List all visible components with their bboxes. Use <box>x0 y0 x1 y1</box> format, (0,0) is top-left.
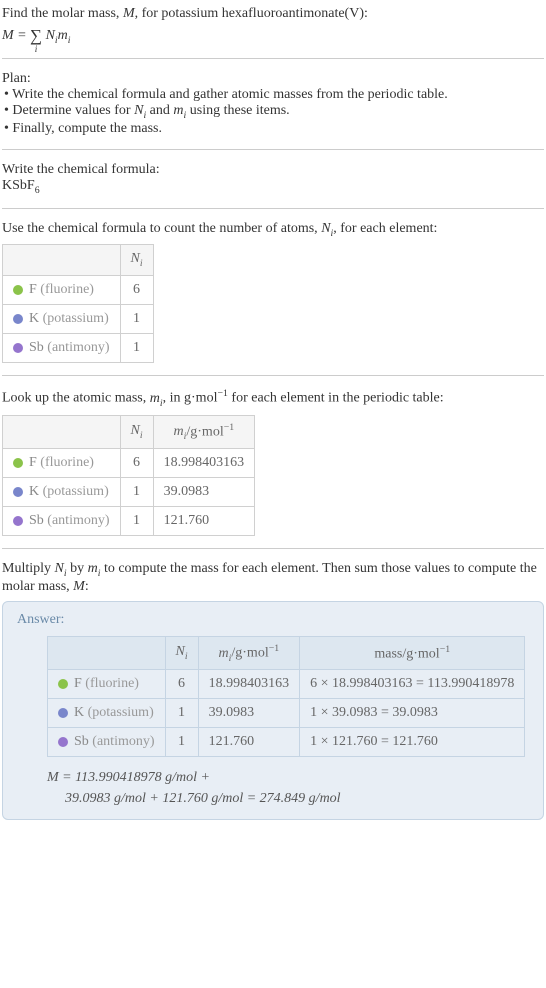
intro-line: Find the molar mass, M, for potassium he… <box>2 6 544 22</box>
ni-cell: 6 <box>120 449 153 478</box>
intro-text-a: Find the molar mass, <box>2 6 123 21</box>
formula-title: Write the chemical formula: <box>2 162 544 178</box>
empty-header <box>3 415 121 448</box>
empty-header <box>48 636 166 669</box>
table-row: K (potassium) 1 <box>3 305 154 334</box>
mi-cell: 121.760 <box>153 507 255 536</box>
molar-mass-formula: M = ∑i Nimi <box>2 26 544 46</box>
mi-cell: 39.0983 <box>198 699 300 728</box>
element-cell: F (fluorine) <box>3 449 121 478</box>
element-dot-k <box>13 487 23 497</box>
element-cell: K (potassium) <box>48 699 166 728</box>
ni-cell: 1 <box>120 478 153 507</box>
table-header-row: Ni mi/g·mol−1 mass/g·mol−1 <box>48 636 525 669</box>
ni-header: Ni <box>165 636 198 669</box>
mi-cell: 18.998403163 <box>153 449 255 478</box>
answer-label: Answer: <box>17 612 529 628</box>
element-dot-f <box>13 458 23 468</box>
mi-cell: 39.0983 <box>153 478 255 507</box>
element-cell: F (fluorine) <box>3 276 121 305</box>
mass-table: Ni mi/g·mol−1 F (fluorine) 6 18.99840316… <box>2 415 255 536</box>
multiply-section: Multiply Ni by mi to compute the mass fo… <box>2 561 544 595</box>
ni-cell: 6 <box>165 670 198 699</box>
answer-formula: M = 113.990418978 g/mol + 39.0983 g/mol … <box>47 767 529 809</box>
table-row: Sb (antimony) 1 121.760 1 × 121.760 = 12… <box>48 728 525 757</box>
var-M-eq: M = <box>2 28 30 43</box>
mi-header: mi/g·mol−1 <box>153 415 255 448</box>
element-dot-sb <box>13 516 23 526</box>
element-dot-sb <box>13 343 23 353</box>
formula-sub: 6 <box>35 185 40 196</box>
answer-box: Answer: Ni mi/g·mol−1 mass/g·mol−1 F (fl… <box>2 601 544 820</box>
divider <box>2 375 544 376</box>
divider <box>2 548 544 549</box>
table-row: K (potassium) 1 39.0983 1 × 39.0983 = 39… <box>48 699 525 728</box>
ni-cell: 1 <box>120 305 153 334</box>
empty-header <box>3 245 121 276</box>
plan-section: Plan: Write the chemical formula and gat… <box>2 71 544 137</box>
mi-cell: 18.998403163 <box>198 670 300 699</box>
sigma-index: i <box>35 44 38 54</box>
count-table: Ni F (fluorine) 6 K (potassium) 1 Sb (an… <box>2 244 154 363</box>
table-row: Sb (antimony) 1 <box>3 334 154 363</box>
ni-cell: 1 <box>165 728 198 757</box>
sum-body: Nimi <box>46 28 71 43</box>
plan-item-2: Determine values for Ni and mi using the… <box>4 103 544 121</box>
formula-section: Write the chemical formula: KSbF6 <box>2 162 544 196</box>
element-dot-f <box>58 679 68 689</box>
ni-cell: 6 <box>120 276 153 305</box>
mass-cell: 1 × 39.0983 = 39.0983 <box>300 699 525 728</box>
intro-text-b: , for potassium hexafluoroantimonate(V): <box>135 6 368 21</box>
mass-section: Look up the atomic mass, mi, in g·mol−1 … <box>2 388 544 536</box>
mass-cell: 1 × 121.760 = 121.760 <box>300 728 525 757</box>
table-row: Sb (antimony) 1 121.760 <box>3 507 255 536</box>
element-dot-k <box>58 708 68 718</box>
plan-title: Plan: <box>2 71 544 87</box>
divider <box>2 208 544 209</box>
ni-header: Ni <box>120 245 153 276</box>
count-section: Use the chemical formula to count the nu… <box>2 221 544 364</box>
plan-item-1: Write the chemical formula and gather at… <box>4 87 544 103</box>
result-line-1: M = 113.990418978 g/mol + <box>47 767 529 788</box>
table-row: F (fluorine) 6 18.998403163 6 × 18.99840… <box>48 670 525 699</box>
element-cell: Sb (antimony) <box>3 334 121 363</box>
mass-title: Look up the atomic mass, mi, in g·mol−1 … <box>2 388 544 408</box>
chemical-formula: KSbF6 <box>2 178 544 196</box>
result-line-2: 39.0983 g/mol + 121.760 g/mol = 274.849 … <box>65 788 529 809</box>
var-M: M <box>123 6 135 21</box>
element-cell: Sb (antimony) <box>48 728 166 757</box>
table-row: F (fluorine) 6 18.998403163 <box>3 449 255 478</box>
mass-header: mass/g·mol−1 <box>300 636 525 669</box>
answer-table: Ni mi/g·mol−1 mass/g·mol−1 F (fluorine) … <box>47 636 525 757</box>
element-dot-k <box>13 314 23 324</box>
plan-item-3: Finally, compute the mass. <box>4 121 544 137</box>
intro: Find the molar mass, M, for potassium he… <box>2 6 544 46</box>
ni-cell: 1 <box>120 507 153 536</box>
mass-cell: 6 × 18.998403163 = 113.990418978 <box>300 670 525 699</box>
plan-list: Write the chemical formula and gather at… <box>2 87 544 137</box>
count-title: Use the chemical formula to count the nu… <box>2 221 544 239</box>
divider <box>2 58 544 59</box>
ni-header: Ni <box>120 415 153 448</box>
table-row: F (fluorine) 6 <box>3 276 154 305</box>
multiply-text: Multiply Ni by mi to compute the mass fo… <box>2 561 544 595</box>
table-header-row: Ni <box>3 245 154 276</box>
ni-cell: 1 <box>120 334 153 363</box>
table-row: K (potassium) 1 39.0983 <box>3 478 255 507</box>
element-cell: Sb (antimony) <box>3 507 121 536</box>
mi-header: mi/g·mol−1 <box>198 636 300 669</box>
divider <box>2 149 544 150</box>
element-cell: K (potassium) <box>3 305 121 334</box>
element-cell: K (potassium) <box>3 478 121 507</box>
sigma-symbol: ∑i <box>30 26 42 46</box>
element-dot-sb <box>58 737 68 747</box>
table-header-row: Ni mi/g·mol−1 <box>3 415 255 448</box>
ni-cell: 1 <box>165 699 198 728</box>
element-cell: F (fluorine) <box>48 670 166 699</box>
element-dot-f <box>13 285 23 295</box>
formula-main: KSbF <box>2 178 35 193</box>
mi-cell: 121.760 <box>198 728 300 757</box>
